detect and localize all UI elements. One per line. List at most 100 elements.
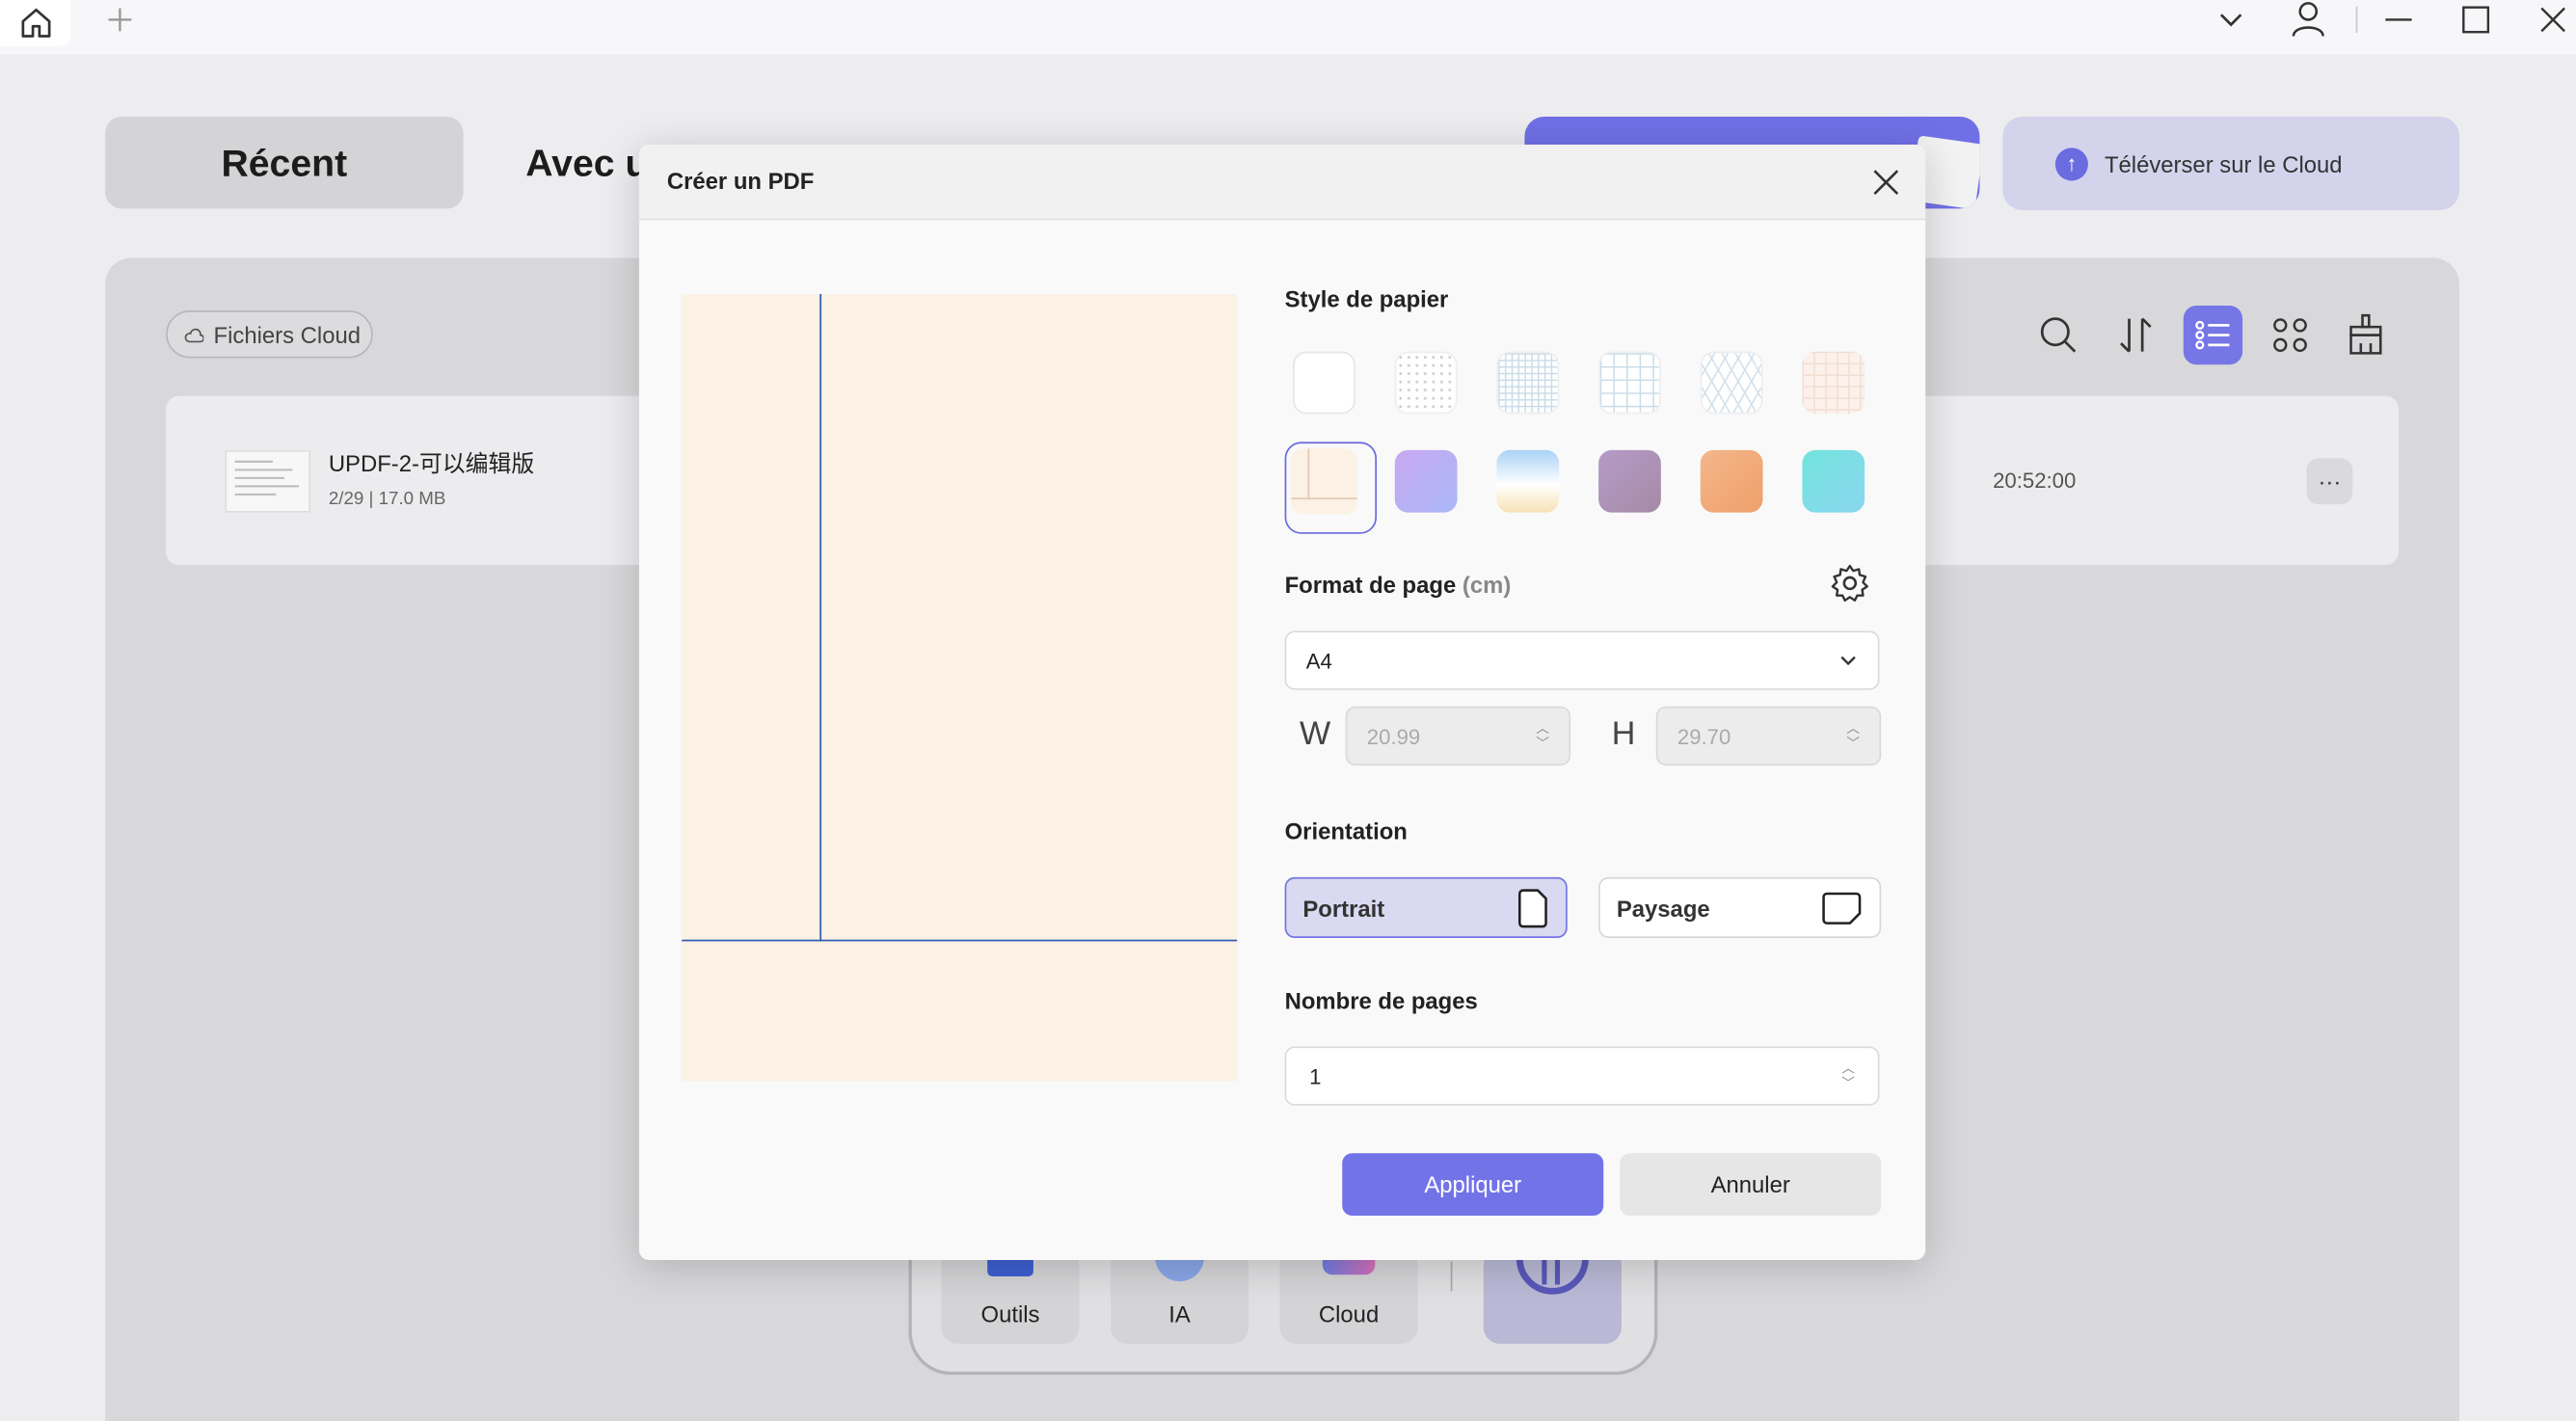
paper-style-peach[interactable] [1700, 449, 1763, 513]
dropdown-button[interactable] [2213, 0, 2248, 40]
paper-style-dots[interactable] [1394, 351, 1458, 415]
stepper-up-icon: ︿ [1846, 721, 1861, 737]
dock-ai[interactable]: IA [1110, 1248, 1249, 1344]
page-format-settings-button[interactable] [1830, 563, 1869, 603]
plus-icon [108, 8, 132, 32]
width-label: W [1299, 715, 1331, 753]
paper-style-cream-grid[interactable] [1802, 351, 1865, 415]
dialog-title: Créer un PDF [666, 167, 815, 195]
chevron-down-icon [1840, 656, 1856, 666]
paper-style-lavender[interactable] [1394, 449, 1458, 513]
stepper-down-icon: ﹀ [1841, 1076, 1855, 1091]
page-format-unit: (cm) [1462, 571, 1512, 599]
sort-button[interactable] [2106, 306, 2165, 364]
dialog-close-button[interactable] [1868, 164, 1904, 200]
title-bar [0, 0, 2576, 55]
clean-button[interactable] [2336, 306, 2395, 364]
page-format-title: Format de page [1284, 571, 1457, 599]
height-stepper[interactable]: ︿ ﹀ [1846, 721, 1860, 751]
search-icon [2040, 317, 2077, 353]
list-view-button[interactable] [2183, 305, 2243, 365]
preview-margin-vertical [819, 294, 822, 942]
dock-divider [1450, 1261, 1453, 1292]
paper-style-blank[interactable] [1293, 351, 1355, 415]
width-input[interactable]: 20.99 ︿ ﹀ [1345, 706, 1571, 766]
file-time: 20:52:00 [1993, 468, 2077, 494]
tab-recent[interactable]: Récent [105, 116, 464, 209]
dock-ai-label: IA [1168, 1300, 1191, 1327]
maximize-button[interactable] [2457, 0, 2493, 40]
paper-style-sky[interactable] [1496, 449, 1560, 513]
paper-preview [682, 294, 1238, 1082]
apply-button[interactable]: Appliquer [1342, 1153, 1604, 1216]
grid-view-button[interactable] [2261, 306, 2320, 364]
stepper-down-icon: ﹀ [1536, 736, 1549, 751]
dock-convert[interactable] [1483, 1248, 1622, 1344]
page-count-label: Nombre de pages [1284, 987, 1478, 1014]
cloud-files-chip[interactable]: Fichiers Cloud [166, 310, 373, 359]
dock-tools-label: Outils [980, 1300, 1040, 1327]
home-icon [20, 8, 50, 38]
paper-style-label: Style de papier [1284, 285, 1449, 312]
paper-style-grid[interactable] [1598, 351, 1661, 415]
gear-icon [1831, 564, 1868, 603]
file-more-button[interactable]: ··· [2306, 458, 2353, 505]
stepper-up-icon: ︿ [1536, 721, 1549, 737]
upload-cloud-button[interactable]: ↑ Téléverser sur le Cloud [2002, 116, 2460, 211]
cloud-icon [184, 327, 204, 342]
stepper-down-icon: ﹀ [1846, 736, 1861, 751]
file-thumbnail [225, 449, 311, 513]
cancel-button[interactable]: Annuler [1620, 1153, 1882, 1216]
preview-margin-horizontal [682, 939, 1238, 942]
grid-view-icon [2273, 318, 2307, 352]
orientation-label: Orientation [1284, 818, 1408, 845]
file-meta: 2/29 | 17.0 MB [328, 489, 446, 510]
dock-cloud[interactable]: Cloud [1279, 1248, 1418, 1344]
cloud-files-label: Fichiers Cloud [213, 321, 362, 348]
landscape-icon [1822, 891, 1862, 925]
height-value: 29.70 [1677, 723, 1731, 749]
height-input[interactable]: 29.70 ︿ ﹀ [1655, 706, 1882, 766]
portrait-icon [1518, 888, 1547, 927]
list-view-icon [2195, 320, 2230, 350]
account-button[interactable] [2289, 0, 2328, 40]
dock-cloud-label: Cloud [1318, 1300, 1380, 1327]
upload-cloud-label: Téléverser sur le Cloud [2104, 149, 2343, 177]
home-tab[interactable] [0, 0, 71, 46]
user-icon [2292, 2, 2324, 37]
cream-lined-preview [1291, 448, 1357, 515]
chevron-down-icon [2219, 13, 2242, 27]
page-format-select[interactable]: A4 [1284, 630, 1880, 690]
dialog-header [638, 144, 1926, 221]
upload-arrow-icon: ↑ [2054, 147, 2088, 180]
page-count-value: 1 [1309, 1063, 1322, 1088]
width-value: 20.99 [1366, 723, 1421, 749]
close-window-button[interactable] [2535, 0, 2570, 40]
broom-icon [2349, 313, 2382, 355]
paper-style-aqua[interactable] [1802, 449, 1865, 513]
page-format-value: A4 [1305, 648, 1332, 673]
dock-tools[interactable]: Outils [941, 1248, 1080, 1344]
orientation-portrait-button[interactable]: Portrait [1284, 876, 1568, 938]
landscape-label: Paysage [1616, 894, 1710, 922]
stepper-up-icon: ︿ [1841, 1060, 1855, 1077]
orientation-landscape-button[interactable]: Paysage [1598, 876, 1882, 938]
close-icon [1873, 170, 1899, 195]
page-count-input[interactable]: 1 ︿ ﹀ [1284, 1046, 1880, 1106]
close-icon [2540, 7, 2565, 33]
page-format-label: Format de page (cm) [1285, 572, 1512, 598]
page-count-stepper[interactable]: ︿ ﹀ [1841, 1061, 1855, 1091]
minimize-button[interactable] [2380, 0, 2416, 40]
paper-style-cream-lined[interactable] [1284, 442, 1378, 534]
search-button[interactable] [2029, 306, 2088, 364]
paper-style-isometric[interactable] [1700, 351, 1763, 415]
minimize-icon [2385, 18, 2412, 21]
paper-style-mauve[interactable] [1598, 449, 1661, 513]
width-stepper[interactable]: ︿ ﹀ [1536, 721, 1549, 751]
height-label: H [1611, 715, 1636, 753]
maximize-icon [2462, 6, 2490, 34]
app-window: Récent Avec u ↑ Téléverser sur le Cloud … [0, 0, 2576, 1421]
new-tab-button[interactable] [102, 0, 138, 40]
tab-shared[interactable]: Avec u [525, 142, 648, 186]
paper-style-fine-grid[interactable] [1496, 351, 1560, 415]
